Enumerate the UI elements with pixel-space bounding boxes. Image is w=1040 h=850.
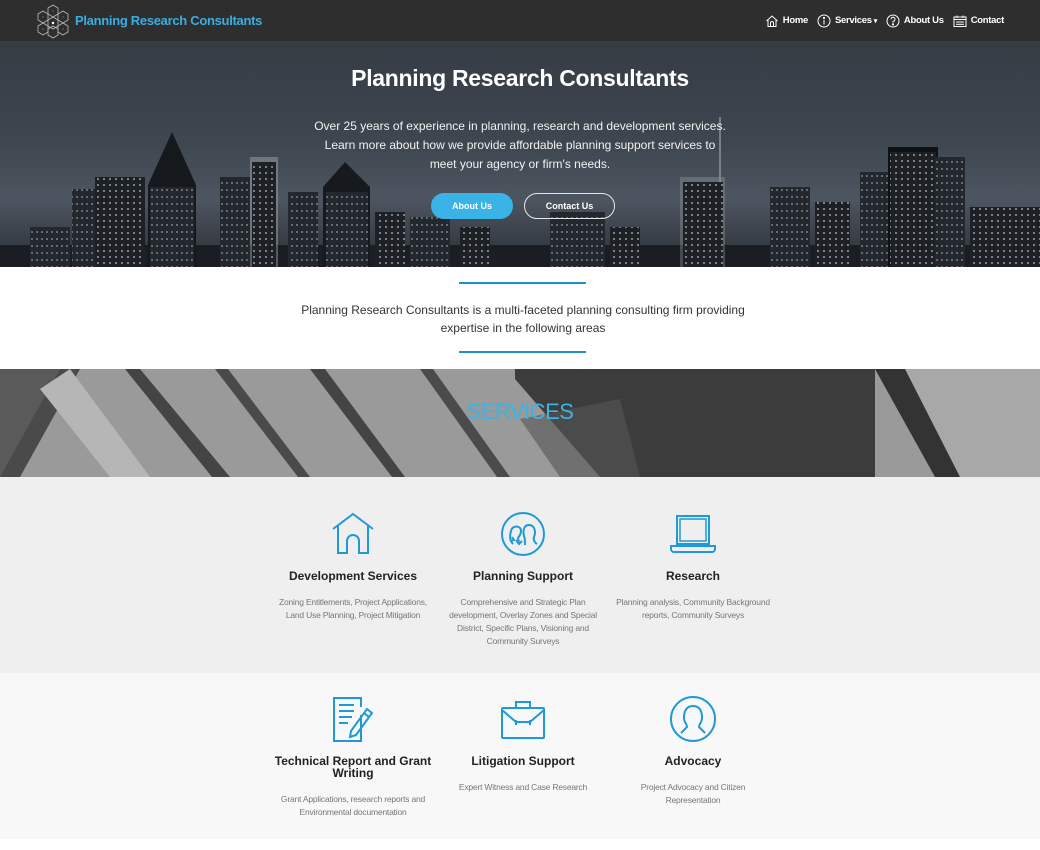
hero-subtitle: Over 25 years of experience in planning,… <box>314 119 726 171</box>
service-card-advocacy[interactable]: Advocacy Project Advocacy and Citizen Re… <box>613 695 773 807</box>
nav-item-services[interactable]: Services ▾ <box>817 14 877 28</box>
service-title: Research <box>665 569 721 583</box>
nav-label: Services <box>834 15 872 26</box>
intro-text: Planning Research Consultants is a multi… <box>301 303 745 335</box>
service-title: Planning Support <box>473 569 573 583</box>
service-description: Grant Applications, research reports and… <box>280 794 426 817</box>
brand-link[interactable]: Planning Research Consultants <box>35 0 262 41</box>
services-banner: SERVICES <box>0 369 1040 477</box>
services-row: Technical Report and Grant Writing Grant… <box>0 673 1040 839</box>
nav-item-contact[interactable]: Contact <box>953 14 1004 28</box>
services-row: Development Services Zoning Entitlements… <box>0 477 1040 673</box>
nav-label: About Us <box>903 15 944 26</box>
nav-item-home[interactable]: Home <box>765 14 808 28</box>
people-exchange-icon <box>501 512 545 556</box>
service-description: Zoning Entitlements, Project Application… <box>279 597 427 620</box>
laptop-icon <box>670 515 716 553</box>
service-description: Comprehensive and Strategic Plan develop… <box>449 597 597 646</box>
service-description: Expert Witness and Case Research <box>458 782 588 792</box>
service-card-planning-support[interactable]: Planning Support Comprehensive and Strat… <box>443 510 603 648</box>
service-title: Technical Report and Grant Writing <box>274 754 432 780</box>
divider <box>459 351 586 353</box>
intro-section: Planning Research Consultants is a multi… <box>0 267 1040 369</box>
service-title: Development Services <box>288 569 418 583</box>
navbar: Planning Research Consultants Home Servi… <box>0 0 1040 41</box>
about-us-button[interactable]: About Us <box>431 193 513 219</box>
hero-title: Planning Research Consultants <box>351 65 689 91</box>
service-title: Litigation Support <box>471 754 575 768</box>
calendar-icon <box>953 15 967 27</box>
chevron-down-icon: ▾ <box>873 17 878 25</box>
service-card-litigation[interactable]: Litigation Support Expert Witness and Ca… <box>443 695 603 794</box>
service-description: Project Advocacy and Citizen Representat… <box>640 782 746 805</box>
nav-item-about[interactable]: About Us <box>886 14 944 28</box>
hexagon-logo-icon <box>37 4 69 38</box>
nav-label: Contact <box>970 15 1005 26</box>
house-icon <box>332 512 374 554</box>
nav-label: Home <box>782 15 809 26</box>
document-pencil-icon <box>333 697 374 742</box>
home-icon <box>765 14 778 27</box>
brand-name: Planning Research Consultants <box>75 13 263 28</box>
info-icon <box>817 14 831 27</box>
hero-section: Planning Research Consultants Over 25 ye… <box>0 41 1040 267</box>
service-description: Planning analysis, Community Background … <box>616 597 770 620</box>
service-title: Advocacy <box>664 754 722 768</box>
divider <box>459 282 586 284</box>
service-card-development[interactable]: Development Services Zoning Entitlements… <box>273 510 433 622</box>
service-card-research[interactable]: Research Planning analysis, Community Ba… <box>613 510 773 622</box>
contact-us-button[interactable]: Contact Us <box>524 193 615 219</box>
briefcase-icon <box>501 701 545 739</box>
service-card-technical-report[interactable]: Technical Report and Grant Writing Grant… <box>273 695 433 819</box>
question-icon <box>886 14 900 27</box>
user-circle-icon <box>670 696 716 742</box>
nav-links: Home Services ▾ About Us Contact <box>765 0 1004 41</box>
services-heading: SERVICES <box>466 399 574 424</box>
